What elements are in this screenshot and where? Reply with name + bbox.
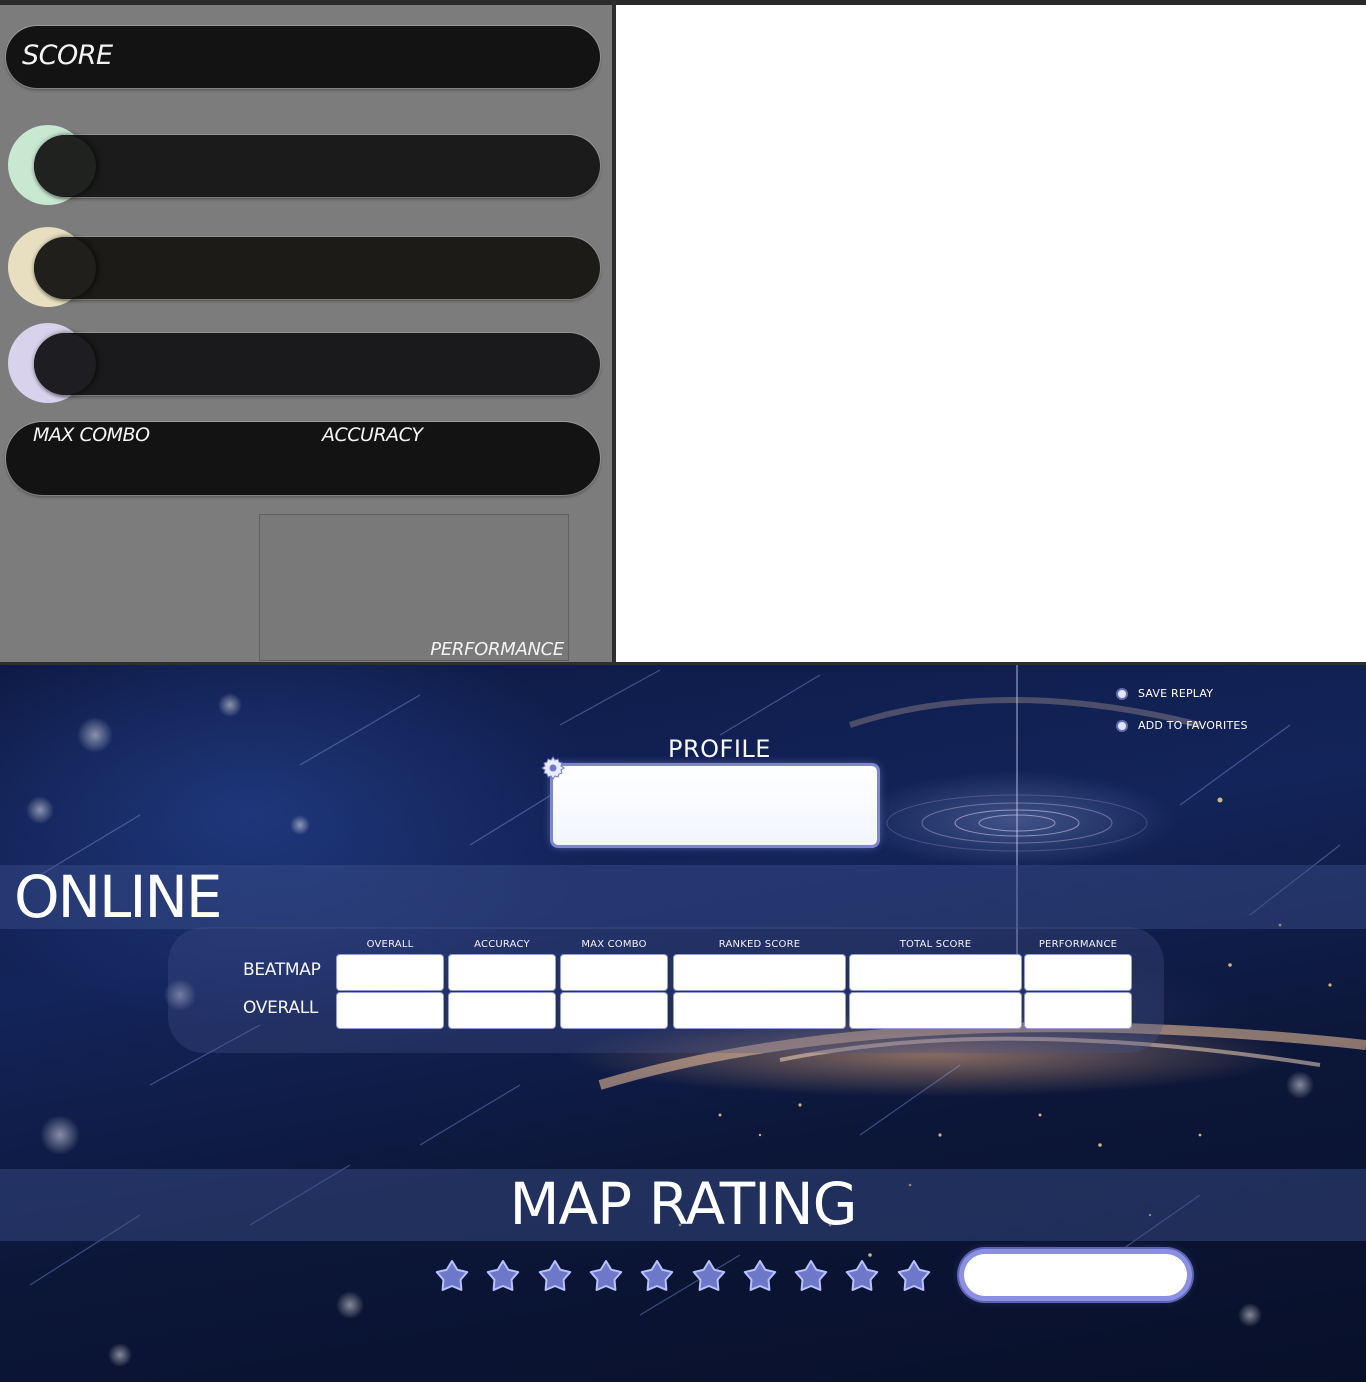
beatmap-total-score-cell xyxy=(850,955,1021,990)
judgement-100-bar xyxy=(34,237,600,299)
judgement-300-dot xyxy=(34,135,96,197)
beatmap-ranked-score-cell xyxy=(674,955,845,990)
save-replay-option[interactable]: SAVE REPLAY xyxy=(1118,687,1213,700)
map-rating-title: MAP RATING xyxy=(509,1170,857,1238)
beatmap-overall-cell xyxy=(337,955,443,990)
rating-star-3-icon[interactable] xyxy=(538,1259,572,1293)
beatmap-max-combo-cell xyxy=(561,955,667,990)
rating-star-10-icon[interactable] xyxy=(897,1259,931,1293)
overall-overall-cell xyxy=(337,993,443,1028)
gear-icon[interactable] xyxy=(540,755,566,781)
add-to-favorites-option[interactable]: ADD TO FAVORITES xyxy=(1118,719,1248,732)
overall-performance-cell xyxy=(1025,993,1131,1028)
judgement-300-bar xyxy=(34,135,600,197)
profile-box[interactable] xyxy=(553,766,877,845)
score-label: SCORE xyxy=(22,40,113,71)
performance-label: PERFORMANCE xyxy=(430,639,564,660)
rating-star-2-icon[interactable] xyxy=(486,1259,520,1293)
vertical-divider xyxy=(612,0,616,664)
performance-box: PERFORMANCE xyxy=(259,514,569,661)
column-header-ranked-score: RANKED SCORE xyxy=(718,939,801,950)
ranking-screen: SAVE REPLAY ADD TO FAVORITES PROFILE ONL… xyxy=(0,665,1366,1382)
top-border xyxy=(616,0,1366,5)
rating-star-6-icon[interactable] xyxy=(692,1259,726,1293)
overall-ranked-score-cell xyxy=(674,993,845,1028)
online-title: ONLINE xyxy=(14,863,222,931)
column-header-overall: OVERALL xyxy=(366,939,414,950)
beatmap-performance-cell xyxy=(1025,955,1131,990)
radio-dot-icon xyxy=(1118,722,1126,730)
column-header-total-score: TOTAL SCORE xyxy=(899,939,972,950)
rating-star-4-icon[interactable] xyxy=(589,1259,623,1293)
row-header-overall: OVERALL xyxy=(243,998,319,1018)
column-header-performance: PERFORMANCE xyxy=(1038,939,1118,950)
overall-total-score-cell xyxy=(850,993,1021,1028)
judgement-50-bar xyxy=(34,333,600,395)
rating-star-1-icon[interactable] xyxy=(435,1259,469,1293)
overall-accuracy-cell xyxy=(449,993,555,1028)
judgement-row-50 xyxy=(6,323,600,407)
judgement-row-300 xyxy=(6,125,600,209)
save-replay-label: SAVE REPLAY xyxy=(1138,687,1214,700)
rating-star-5-icon[interactable] xyxy=(640,1259,674,1293)
profile-label: PROFILE xyxy=(668,735,771,763)
add-to-favorites-label: ADD TO FAVORITES xyxy=(1138,719,1248,732)
column-header-accuracy: ACCURACY xyxy=(474,939,530,950)
rating-star-9-icon[interactable] xyxy=(845,1259,879,1293)
rating-input[interactable] xyxy=(964,1254,1187,1296)
rating-star-8-icon[interactable] xyxy=(794,1259,828,1293)
overall-max-combo-cell xyxy=(561,993,667,1028)
max-combo-label: MAX COMBO xyxy=(33,424,150,446)
combo-accuracy-pill: MAX COMBO ACCURACY xyxy=(6,422,600,495)
judgement-row-100 xyxy=(6,227,600,311)
results-panel: SCORE MAX COMBO ACCURACY PERFORMANCE xyxy=(0,0,612,664)
accuracy-label: ACCURACY xyxy=(322,424,423,446)
beatmap-accuracy-cell xyxy=(449,955,555,990)
radio-dot-icon xyxy=(1118,690,1126,698)
rating-star-7-icon[interactable] xyxy=(743,1259,777,1293)
score-pill: SCORE xyxy=(6,26,600,88)
judgement-100-dot xyxy=(34,237,96,299)
judgement-50-dot xyxy=(34,333,96,395)
column-header-max-combo: MAX COMBO xyxy=(581,939,647,950)
row-header-beatmap: BEATMAP xyxy=(243,960,321,980)
